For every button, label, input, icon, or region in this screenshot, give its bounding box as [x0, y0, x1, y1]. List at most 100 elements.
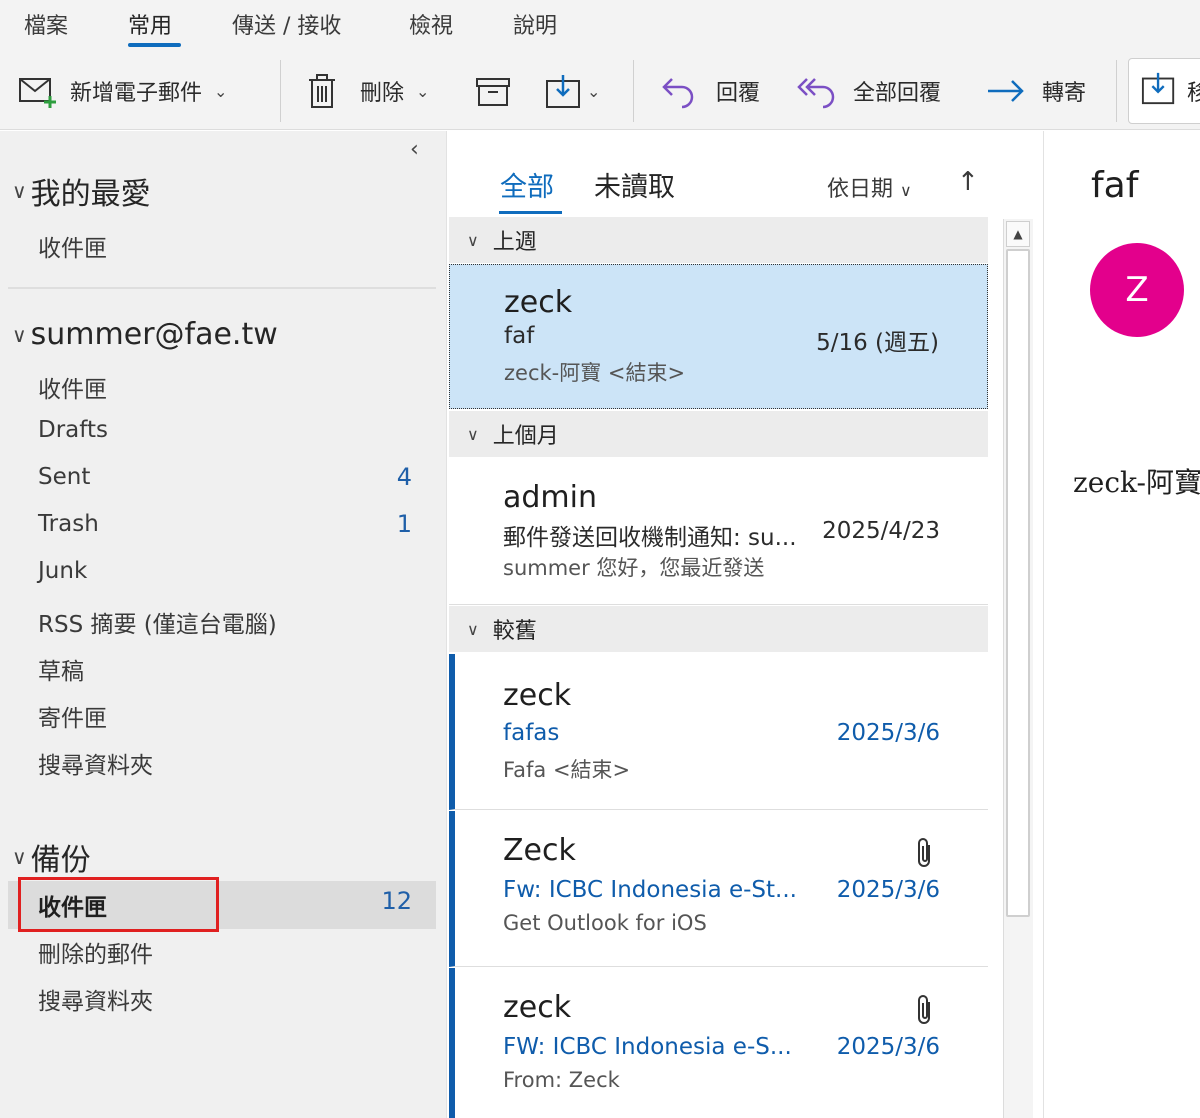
account-folder-drafts[interactable]: Drafts — [38, 417, 108, 443]
filter-tab-unread[interactable]: 未讀取 — [594, 165, 675, 204]
message-subject: Fw: ICBC Indonesia e-St... — [503, 877, 797, 903]
account-folder-sent[interactable]: Sent — [38, 464, 90, 490]
favorites-title: 我的最愛 — [30, 177, 151, 212]
new-email-label: 新增電子郵件 — [70, 81, 203, 106]
chevron-down-icon[interactable]: ⌄ — [214, 82, 227, 101]
archive-icon — [475, 75, 511, 107]
backup-inbox-count-badge: 12 — [381, 887, 412, 915]
forward-icon — [986, 76, 1026, 106]
new-email-icon — [18, 74, 58, 108]
message-sender: zeck — [503, 678, 572, 713]
tab-help[interactable]: 說明 — [513, 8, 557, 40]
reading-subject: faf — [1091, 165, 1139, 206]
forward-button[interactable]: 轉寄 — [986, 52, 1086, 130]
move-icon — [1141, 70, 1177, 112]
message-row[interactable]: Zeck Fw: ICBC Indonesia e-St... 2025/3/6… — [449, 811, 988, 967]
message-sender: zeck — [503, 990, 572, 1025]
chevron-down-icon[interactable]: ⌄ — [416, 82, 429, 101]
account-folder-rss[interactable]: RSS 摘要 (僅這台電腦) — [38, 605, 277, 639]
reply-icon — [660, 73, 696, 109]
sort-direction-icon[interactable]: ↑ — [957, 167, 979, 197]
pane-divider — [8, 287, 436, 289]
group-label: 上週 — [492, 230, 537, 255]
menu-bar: 檔案 常用 傳送 / 接收 檢視 說明 — [0, 0, 1200, 52]
active-tab-indicator — [128, 43, 181, 47]
reply-all-button[interactable]: 全部回覆 — [797, 52, 941, 130]
scrollbar-thumb[interactable] — [1006, 249, 1030, 917]
message-row[interactable]: zeck FW: ICBC Indonesia e-S... 2025/3/6 … — [449, 968, 988, 1118]
message-preview: Fafa <結束> — [503, 758, 631, 782]
backup-folder-search[interactable]: 搜尋資料夾 — [38, 982, 153, 1016]
message-row[interactable]: zeck fafas 2025/3/6 Fafa <結束> — [449, 654, 988, 810]
message-preview: From: Zeck — [503, 1068, 620, 1092]
move-folder-icon — [545, 73, 583, 109]
group-header-last-month[interactable]: ∨ 上個月 — [449, 411, 988, 457]
message-preview: summer 您好，您最近發送 — [503, 556, 765, 580]
message-preview: Get Outlook for iOS — [503, 911, 707, 935]
collapse-pane-icon[interactable]: ‹ — [410, 137, 419, 162]
message-subject: FW: ICBC Indonesia e-S... — [503, 1034, 792, 1060]
message-sender: zeck — [504, 285, 573, 320]
account-header[interactable]: ∨ summer@fae.tw — [12, 317, 278, 352]
account-folder-junk[interactable]: Junk — [38, 558, 87, 584]
chevron-down-icon: ∨ — [12, 845, 27, 869]
reply-button[interactable]: 回覆 — [660, 52, 760, 130]
account-title: summer@fae.tw — [30, 317, 278, 352]
chevron-down-icon: ∨ — [467, 230, 479, 250]
tab-file[interactable]: 檔案 — [24, 8, 68, 40]
chevron-down-icon: ∨ — [12, 322, 27, 347]
archive-button[interactable] — [475, 52, 511, 130]
chevron-down-icon: ∨ — [467, 424, 479, 444]
ribbon-toolbar: 新增電子郵件 ⌄ 刪除 ⌄ ⌄ 回覆 全部回覆 轉寄 — [0, 52, 1200, 130]
scroll-up-arrow-icon[interactable]: ▲ — [1006, 221, 1030, 247]
delete-button[interactable]: 刪除 ⌄ — [306, 52, 429, 130]
sent-count-badge: 4 — [396, 463, 412, 491]
tab-view[interactable]: 檢視 — [409, 8, 453, 40]
move-to-folder-button[interactable]: ⌄ — [545, 52, 600, 130]
account-folder-search[interactable]: 搜尋資料夾 — [38, 746, 153, 780]
ribbon-divider — [280, 60, 281, 122]
chevron-down-icon[interactable]: ⌄ — [587, 82, 600, 101]
account-folder-outbox[interactable]: 寄件匣 — [38, 699, 107, 733]
reply-label: 回覆 — [716, 81, 761, 106]
group-header-last-week[interactable]: ∨ 上週 — [449, 217, 988, 263]
message-subject: fafas — [503, 720, 560, 746]
group-label: 較舊 — [492, 619, 537, 644]
avatar[interactable]: Z — [1090, 243, 1184, 337]
message-row[interactable]: zeck faf 5/16 (週五) zeck-阿寶 <結束> — [449, 264, 988, 409]
tab-send-receive[interactable]: 傳送 / 接收 — [232, 8, 341, 40]
chevron-down-icon: ∨ — [12, 179, 27, 203]
tab-home[interactable]: 常用 — [128, 8, 172, 40]
message-preview: zeck-阿寶 <結束> — [504, 361, 686, 385]
message-subject: faf — [504, 323, 535, 349]
move-label: 移 — [1187, 75, 1200, 107]
sort-by-label: 依日期 — [827, 177, 894, 202]
message-list-scrollbar[interactable]: ▲ — [1003, 219, 1033, 1118]
ribbon-divider — [1116, 60, 1117, 122]
backup-folder-deleted[interactable]: 刪除的郵件 — [38, 935, 153, 969]
chevron-down-icon: ∨ — [900, 181, 912, 200]
group-header-older[interactable]: ∨ 較舊 — [449, 606, 988, 652]
trash-icon — [306, 73, 338, 109]
favorites-item-inbox[interactable]: 收件匣 — [38, 229, 107, 263]
sort-by-dropdown[interactable]: 依日期 ∨ — [827, 171, 912, 203]
account-folder-inbox[interactable]: 收件匣 — [38, 370, 107, 404]
move-button[interactable]: 移 — [1128, 58, 1200, 124]
new-email-button[interactable]: 新增電子郵件 ⌄ — [18, 52, 227, 130]
favorites-header[interactable]: ∨ 我的最愛 — [12, 169, 151, 213]
message-list: 全部 未讀取 依日期 ∨ ↑ ∨ 上週 zeck faf 5/16 (週五) z… — [446, 131, 1044, 1118]
message-sender: admin — [503, 480, 597, 515]
message-row[interactable]: admin 郵件發送回收機制通知: su... 2025/4/23 summer… — [449, 458, 988, 605]
reply-all-label: 全部回覆 — [853, 81, 942, 106]
folder-pane: ‹ ∨ 我的最愛 收件匣 ∨ summer@fae.tw 收件匣 Drafts … — [0, 131, 446, 1118]
backup-title: 備份 — [30, 843, 91, 878]
filter-tab-all[interactable]: 全部 — [500, 165, 554, 204]
account-folder-drafts-zh[interactable]: 草稿 — [38, 652, 84, 686]
account-folder-trash[interactable]: Trash — [38, 511, 99, 537]
avatar-initial: Z — [1125, 270, 1149, 310]
backup-header[interactable]: ∨ 備份 — [12, 835, 91, 879]
paperclip-icon — [914, 994, 936, 1030]
trash-count-badge: 1 — [396, 510, 412, 538]
paperclip-icon — [914, 837, 936, 873]
ribbon-divider — [633, 60, 634, 122]
